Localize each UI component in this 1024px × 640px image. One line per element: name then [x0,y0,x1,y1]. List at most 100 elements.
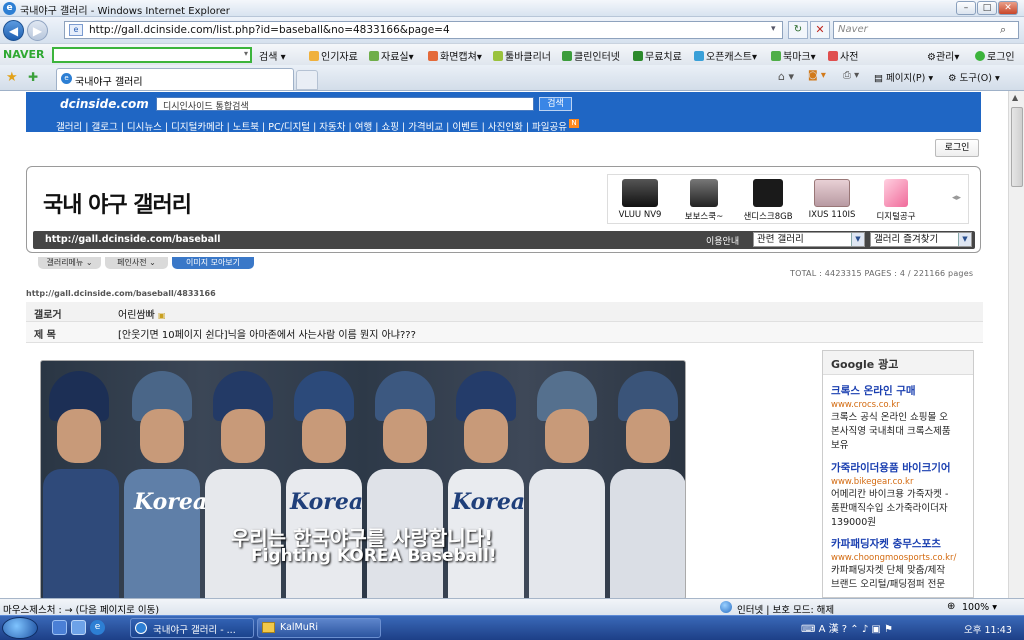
address-bar[interactable]: e http://gall.dcinside.com/list.php?id=b… [64,21,783,39]
ad-title[interactable]: 가죽라이더용품 바이크기어 [831,460,973,475]
browser-search-input[interactable]: Naver ⌕ [833,21,1019,39]
naver-item-label: 사전 [840,52,859,63]
taskbar-window-ie[interactable]: 국내야구 갤러리 - ... [130,618,254,638]
new-tab-button[interactable] [296,70,318,90]
face-shape [302,409,346,463]
naver-item-label: 북마크 [783,52,811,63]
image-collection-tab[interactable]: 이미지 모아보기 [172,257,254,269]
zoom-level[interactable]: 100% ▾ [962,602,997,613]
tools-menu-label: 도구(O) [959,73,992,84]
scroll-thumb[interactable] [1011,107,1023,187]
ie-tab-icon [135,622,147,634]
ad-desc: 브랜드 오리털/패딩점퍼 전문 [831,579,946,590]
close-button[interactable]: ✕ [998,1,1018,15]
chevron-down-icon[interactable]: ▾ [244,49,248,58]
naver-bookmark-button[interactable]: 북마크▾ [771,48,816,63]
naver-manage-button[interactable]: ⚙관리▾ [927,48,959,63]
ad-url[interactable]: www.crocs.co.kr [831,400,973,410]
print-icon[interactable]: ⎙ ▾ [843,70,859,81]
chevron-down-icon: ▼ [958,233,971,246]
google-ads-header: Google 광고 [823,351,973,375]
tray-icons[interactable]: ⌨ A 漢 ? ⌃ ♪ ▣ ⚑ [801,620,893,635]
gallery-url[interactable]: http://gall.dcinside.com/baseball [45,234,221,245]
author-name[interactable]: 어린쌈빠 ▣ [118,306,166,321]
naver-item-label: 관리 [935,52,955,63]
ad-url[interactable]: www.choongmoosports.co.kr/ [831,553,973,563]
jersey-text: Korea [134,489,208,515]
product-item[interactable]: 디지털공구 [864,179,928,222]
ad-url[interactable]: www.bikegear.co.kr [831,477,973,487]
carousel-arrows-icon[interactable]: ◂▸ [952,193,961,203]
jersey-shape [610,469,685,599]
switch-windows-icon[interactable] [71,620,86,635]
cleaner-icon [493,51,503,61]
dc-menu-links[interactable]: 갤러리 | 갤로그 | 디시뉴스 | 디지털카메라 | 노트북 | PC/디지털… [56,119,567,133]
ad-item[interactable]: 크록스 온라인 구매 www.crocs.co.kr 크록스 공식 온라인 쇼핑… [831,383,973,452]
favorites-select[interactable]: 갤러리 즐겨찾기 ▼ [870,232,972,247]
product-item[interactable]: IXUS 110IS [800,179,864,220]
naver-search-button[interactable]: 검색 ▾ [259,48,286,63]
naver-item-label: 오픈캐스트 [706,52,752,63]
tools-menu-button[interactable]: ⚙ 도구(O) ▾ [948,70,1000,84]
search-icon[interactable]: ⌕ [1000,23,1006,37]
ie-quicklaunch-icon[interactable]: e [90,620,105,635]
maximize-button[interactable]: □ [977,1,997,15]
page-menu-button[interactable]: ▤ 페이지(P) ▾ [874,70,933,84]
ad-desc: 보유 [831,440,849,451]
ad-title[interactable]: 카파패딩자켓 충무스포츠 [831,536,973,551]
taskbar-clock[interactable]: 오후 11:43 [964,622,1012,636]
product-item[interactable]: VLUU NV9 [608,179,672,220]
window-titlebar[interactable]: e 국내야구 갤러리 - Windows Internet Explorer –… [0,0,1024,17]
tab-active[interactable]: e 국내야구 갤러리 [56,68,294,90]
ad-desc: 어메리칸 바이크용 가죽자켓 - [831,489,949,500]
player-figure [608,361,685,599]
ad-item[interactable]: 카파패딩자켓 충무스포츠 www.choongmoosports.co.kr/ … [831,536,973,591]
start-button[interactable] [2,617,38,639]
naver-popular-button[interactable]: 인기자료 [309,48,358,63]
bookmark-icon [771,51,781,61]
naver-dictionary-button[interactable]: 사전 [828,48,858,63]
refresh-icon[interactable]: ↻ [788,21,808,39]
dropdown-arrow-icon[interactable]: ▾ [771,24,776,34]
naver-files-button[interactable]: 자료실▾ [369,48,414,63]
feeds-icon[interactable]: ◙ ▾ [808,70,826,81]
ad-title[interactable]: 크록스 온라인 구매 [831,383,973,398]
login-button[interactable]: 로그인 [935,139,979,157]
naver-cleaner-button[interactable]: 툴바클리너 [493,48,551,63]
add-favorites-icon[interactable]: ✚ [28,70,38,84]
security-zone[interactable]: 인터넷 | 보호 모드: 해제 [737,602,834,616]
jersey-shape [43,469,119,599]
show-desktop-icon[interactable] [52,620,67,635]
camera-icon [814,179,850,207]
naver-login-button[interactable]: 로그인 [975,48,1015,63]
related-gallery-select[interactable]: 관련 갤러리 ▼ [753,232,865,247]
face-shape [140,409,184,463]
favorites-star-icon[interactable]: ★ [6,70,18,85]
ad-desc: 139000원 [831,517,877,528]
stop-icon[interactable]: ✕ [810,21,830,39]
dc-search-button[interactable]: 검색 [539,97,572,111]
home-icon[interactable]: ⌂ ▾ [778,70,794,83]
dictionary-tab[interactable]: 페인사전 ⌄ [105,257,168,269]
naver-opencast-button[interactable]: 오픈캐스트▾ [694,48,757,63]
product-item[interactable]: 샌디스크8GB [736,179,800,222]
naver-item-label: 검색 [259,52,278,63]
product-label: 디지털공구 [876,212,916,222]
product-item[interactable]: 보보스쿡~ [672,179,736,222]
ad-item[interactable]: 가죽라이더용품 바이크기어 www.bikegear.co.kr 어메리칸 바이… [831,460,973,529]
author-label: 갤로거 [34,310,62,321]
minimize-button[interactable]: – [956,1,976,15]
naver-capture-button[interactable]: 화면캡쳐▾ [428,48,482,63]
scroll-up-icon[interactable]: ▲ [1012,93,1018,102]
post-permalink[interactable]: http://gall.dcinside.com/baseball/483316… [26,289,216,298]
back-button[interactable]: ◀ [3,20,24,41]
naver-search-input[interactable]: ▾ [52,47,252,63]
taskbar-window-folder[interactable]: KalMuRi [257,618,381,638]
dc-search-input[interactable]: 디시인사이드 통합검색 [156,97,534,112]
gallery-menu-tab[interactable]: 갤러리메뉴 ⌄ [38,257,101,269]
vertical-scrollbar[interactable]: ▲ [1008,91,1024,598]
forward-button[interactable]: ▶ [27,20,48,41]
naver-treatment-button[interactable]: 무료치료 [633,48,682,63]
dcinside-logo[interactable]: dcinside.com [60,97,149,111]
naver-clean-internet-button[interactable]: 클린인터넷 [562,48,620,63]
